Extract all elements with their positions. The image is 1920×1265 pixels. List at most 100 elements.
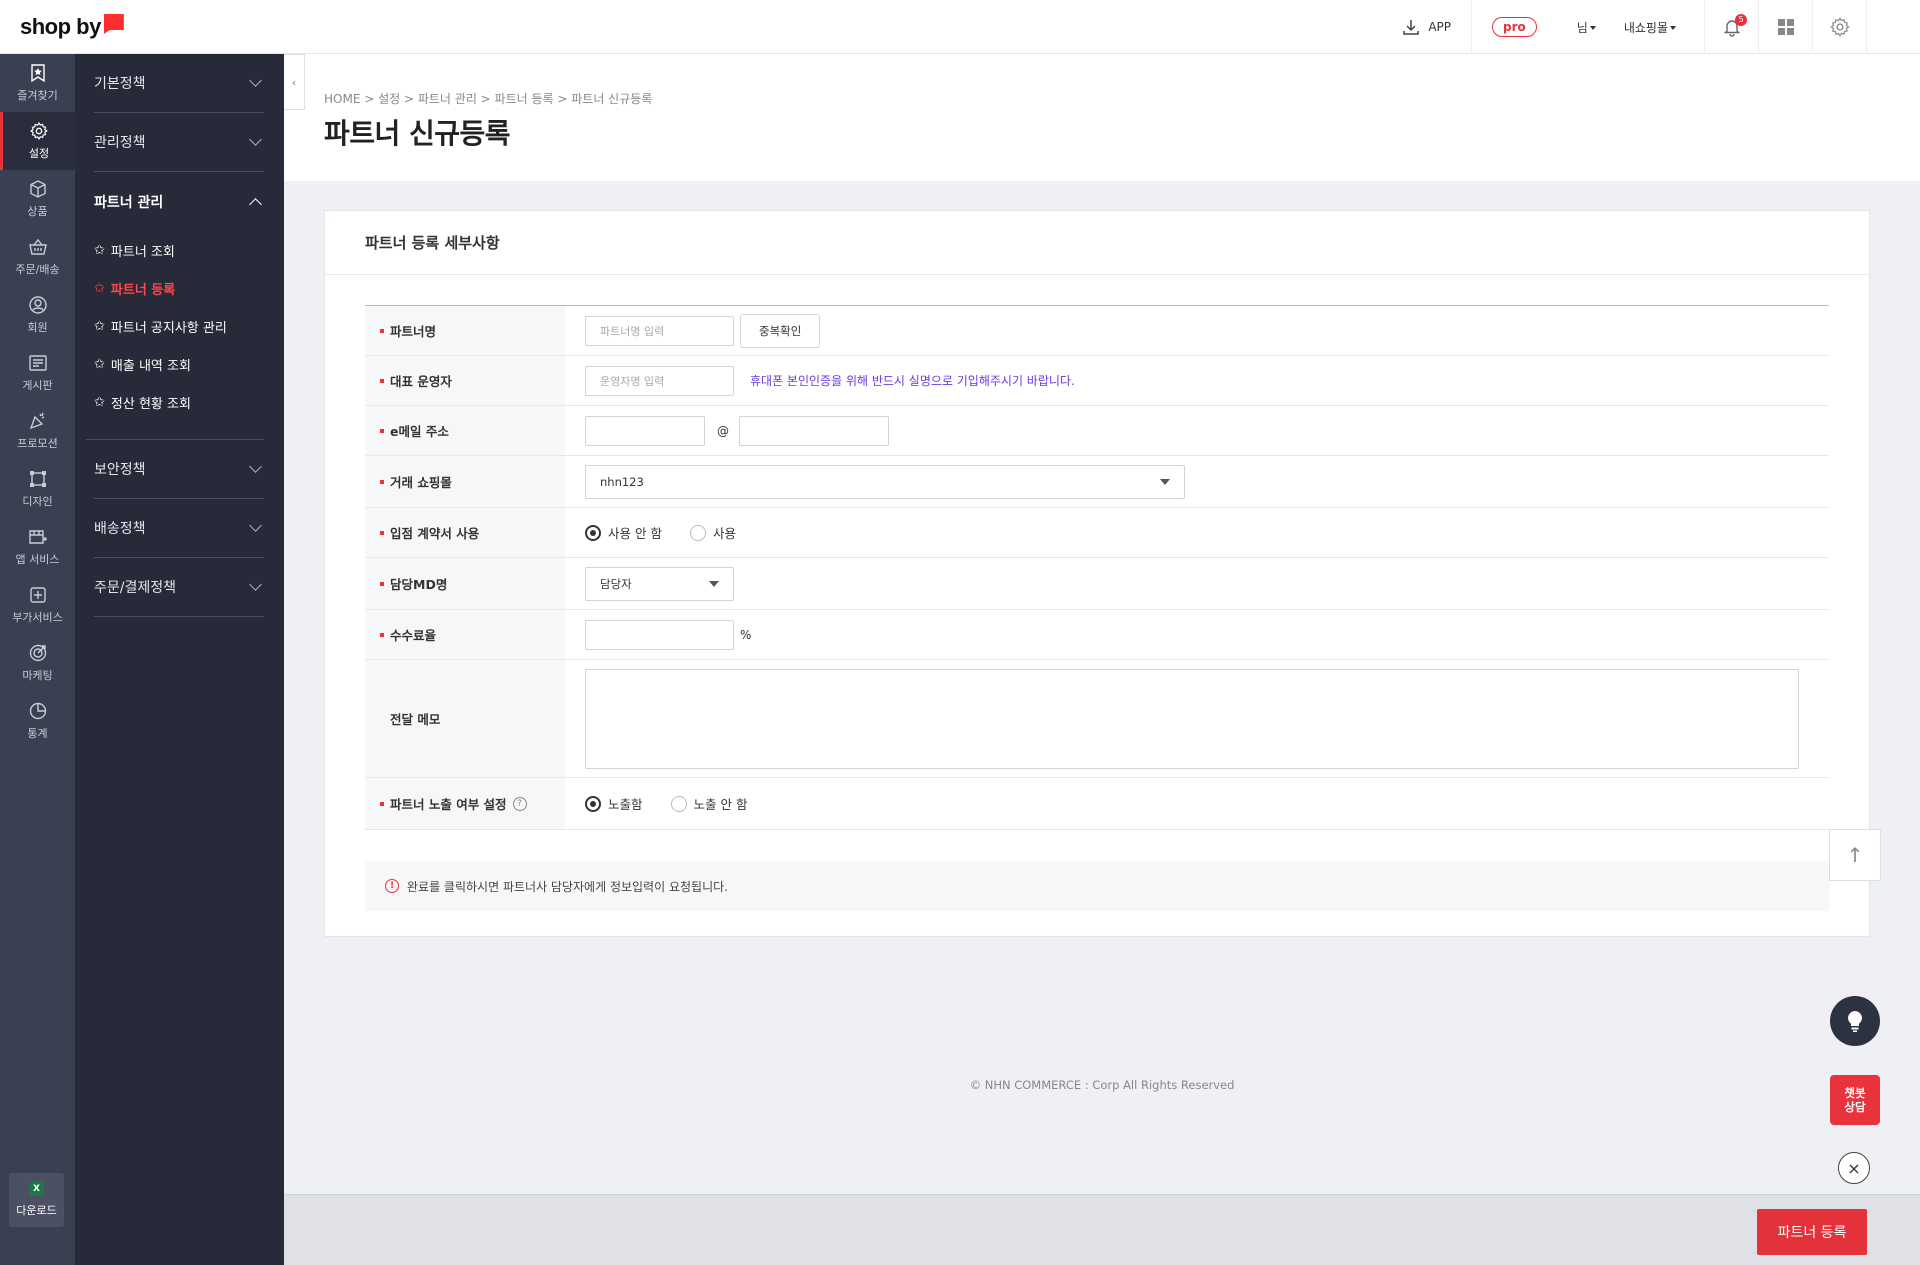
rail-item-board[interactable]: 게시판 — [0, 344, 75, 402]
app-label: APP — [1428, 20, 1452, 34]
rail-item-addon[interactable]: 부가서비스 — [0, 576, 75, 634]
page-header: HOME > 설정 > 파트너 관리 > 파트너 등록 > 파트너 신규등록 파… — [284, 54, 1920, 181]
submenu-group-label: 주문/결제정책 — [94, 580, 176, 596]
close-floating-button[interactable]: × — [1838, 1152, 1870, 1184]
form-row-md: 담당MD명 담당자 — [365, 558, 1829, 610]
email-domain-input[interactable] — [739, 415, 889, 446]
star-icon: ✩ — [94, 318, 105, 334]
submenu-group-security-policy[interactable]: 보안정책 — [94, 440, 264, 499]
real-name-notice: 휴대폰 본인인증을 위해 반드시 실명으로 기입해주시기 바랍니다. — [750, 374, 1075, 388]
mall-menu[interactable]: 내쇼핑몰 — [1624, 19, 1676, 36]
rail-label: 프로모션 — [17, 437, 58, 450]
label-text: 수수료율 — [390, 628, 437, 643]
select-value: nhn123 — [600, 474, 644, 489]
gear-icon — [1829, 17, 1850, 37]
memo-textarea[interactable] — [585, 668, 1799, 769]
pro-badge[interactable]: pro — [1492, 17, 1537, 37]
rail-item-orders[interactable]: 주문/배송 — [0, 228, 75, 286]
label-text: 입점 계약서 사용 — [390, 526, 480, 541]
rail-label: 부가서비스 — [12, 611, 63, 624]
tips-button[interactable] — [1830, 996, 1880, 1046]
radio-unselected-icon — [689, 524, 706, 541]
commission-input[interactable] — [585, 619, 734, 650]
rail-item-members[interactable]: 회원 — [0, 286, 75, 344]
party-icon — [29, 412, 44, 430]
form-row-commission: 수수료율 % — [365, 610, 1829, 660]
form-row-email: e메일 주소 @ — [365, 406, 1829, 456]
star-icon: ✩ — [94, 356, 105, 372]
form-label: e메일 주소 — [365, 406, 565, 455]
rail-item-marketing[interactable]: 마케팅 — [0, 634, 75, 692]
partner-register-submit-button[interactable]: 파트너 등록 — [1757, 1209, 1867, 1255]
submenu-item-settlement-status[interactable]: ✩ 정산 현황 조회 — [94, 383, 264, 421]
submenu-collapse-button[interactable]: ‹ — [284, 54, 305, 110]
rail-label: 통계 — [27, 727, 48, 740]
app-download-button[interactable]: APP — [1382, 0, 1473, 54]
basket-icon — [28, 238, 47, 255]
duplicate-check-button[interactable]: 중복확인 — [740, 313, 821, 348]
partner-name-input[interactable]: 파트너명 입력 — [585, 315, 734, 346]
label-text: 대표 운영자 — [390, 374, 452, 389]
partner-detail-card: 파트너 등록 세부사항 파트너명 파트너명 입력 중복확인 대표 운영자 운영자… — [324, 210, 1870, 937]
md-select[interactable]: 담당자 — [585, 566, 734, 601]
form-label: 파트너명 — [365, 306, 565, 355]
mall-select[interactable]: nhn123 — [585, 464, 1185, 499]
contract-radio-not-use[interactable]: 사용 안 함 — [585, 523, 662, 542]
chatbot-button[interactable]: 챗봇 상담 — [1830, 1075, 1880, 1125]
form-row-exposure: 파트너 노출 여부 설정? 노출함 노출 안 함 — [365, 778, 1829, 830]
notification-button[interactable]: 5 — [1704, 0, 1758, 54]
caret-down-icon — [709, 580, 719, 587]
form-row-memo: 전달 메모 — [365, 660, 1829, 778]
submenu-item-label: 매출 내역 조회 — [110, 358, 191, 374]
submenu-group-delivery-policy[interactable]: 배송정책 — [94, 499, 264, 558]
submenu-group-management-policy[interactable]: 관리정책 — [94, 113, 264, 172]
bottom-action-bar: 파트너 등록 — [284, 1194, 1920, 1265]
submenu-item-partner-register[interactable]: ✩ 파트너 등록 — [94, 269, 264, 307]
required-marker — [380, 581, 384, 586]
rail-item-settings[interactable]: 설정 — [0, 112, 75, 170]
submenu-item-partner-notice[interactable]: ✩ 파트너 공지사항 관리 — [94, 307, 264, 345]
rail-item-stats[interactable]: 통계 — [0, 692, 75, 750]
design-icon — [29, 471, 46, 487]
rail-item-app-service[interactable]: 앱 서비스 — [0, 518, 75, 576]
close-icon: × — [1847, 1158, 1861, 1178]
form-row-representative: 대표 운영자 운영자명 입력 휴대폰 본인인증을 위해 반드시 실명으로 기입해… — [365, 356, 1829, 406]
user-menu[interactable]: 님 — [1577, 19, 1596, 36]
download-icon — [1403, 20, 1420, 35]
rail-item-promotion[interactable]: 프로모션 — [0, 402, 75, 460]
submenu-group-order-payment-policy[interactable]: 주문/결제정책 — [94, 558, 264, 617]
exposure-radio-show[interactable]: 노출함 — [585, 794, 643, 813]
star-bookmark-icon — [30, 64, 45, 83]
rail-item-design[interactable]: 디자인 — [0, 460, 75, 518]
rail-label: 주문/배송 — [15, 263, 60, 276]
rail-label: 즐겨찾기 — [17, 89, 58, 102]
breadcrumb: HOME > 설정 > 파트너 관리 > 파트너 등록 > 파트너 신규등록 — [324, 92, 653, 106]
submenu-item-label: 파트너 공지사항 관리 — [110, 320, 227, 336]
email-local-input[interactable] — [585, 415, 705, 446]
representative-input[interactable]: 운영자명 입력 — [585, 365, 734, 396]
apps-grid-button[interactable] — [1758, 0, 1812, 54]
form-label: 거래 쇼핑몰 — [365, 456, 565, 507]
submenu-group-label: 파트너 관리 — [94, 194, 164, 211]
rail-item-products[interactable]: 상품 — [0, 170, 75, 228]
grid-icon — [1777, 19, 1794, 35]
chevron-up-icon — [249, 197, 262, 211]
label-text: 전달 메모 — [390, 712, 441, 727]
submenu-group-label: 관리정책 — [94, 135, 146, 151]
download-button[interactable]: X 다운로드 — [9, 1173, 64, 1227]
submenu-item-sales-history[interactable]: ✩ 매출 내역 조회 — [94, 345, 264, 383]
excel-icon: X — [29, 1182, 44, 1196]
copyright: © NHN COMMERCE : Corp All Rights Reserve… — [969, 1078, 1235, 1092]
chevron-down-icon — [249, 133, 262, 146]
contract-radio-use[interactable]: 사용 — [689, 523, 736, 542]
rail-item-favorites[interactable]: 즐겨찾기 — [0, 54, 75, 112]
exposure-radio-hide[interactable]: 노출 안 함 — [670, 794, 747, 813]
settings-button[interactable] — [1812, 0, 1866, 54]
partner-form: 파트너명 파트너명 입력 중복확인 대표 운영자 운영자명 입력 휴대폰 본인인… — [365, 305, 1829, 830]
submenu-group-basic-policy[interactable]: 기본정책 — [94, 54, 264, 113]
scroll-to-top-button[interactable]: ↑ — [1829, 829, 1881, 881]
help-icon[interactable]: ? — [512, 796, 527, 811]
submenu-item-partner-search[interactable]: ✩ 파트너 조회 — [94, 231, 264, 269]
submenu-group-partner-management[interactable]: 파트너 관리 — [94, 172, 264, 231]
logo[interactable]: shop by — [20, 14, 124, 40]
